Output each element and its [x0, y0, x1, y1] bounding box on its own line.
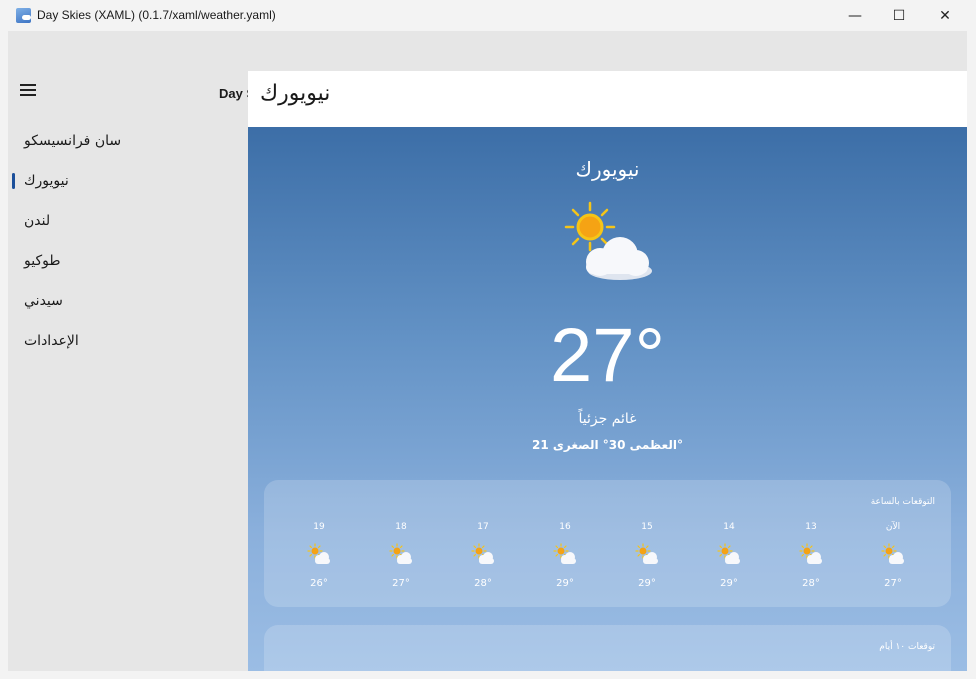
high-low-temperature: العظمى 30° الصغرى 21° [532, 438, 683, 452]
hour-temperature: 29° [638, 578, 656, 589]
nav-item-settings[interactable]: الإعدادات [8, 321, 248, 361]
hamburger-menu-icon[interactable] [20, 84, 37, 96]
hour-temperature: 27° [884, 578, 902, 589]
page-header: نيويورك [248, 71, 967, 127]
hour-label: 19 [313, 522, 325, 532]
hourly-forecast-list: 19 26° 18 27° 17 28° 16 29° 15 29° 14 29° 13 28° الآن 2… [278, 520, 934, 595]
title-bar: Day Skies (XAML) (0.1.7/xaml/weather.yam… [0, 0, 976, 31]
minimize-button[interactable]: — [832, 0, 878, 31]
hour-temperature: 29° [720, 578, 738, 589]
nav-item-san-francisco[interactable]: سان فرانسيسكو [8, 121, 248, 161]
hour-label: 15 [641, 522, 653, 532]
nav-item-tokyo[interactable]: طوكيو [8, 241, 248, 281]
partly-cloudy-icon [564, 201, 652, 280]
partly-cloudy-icon [881, 543, 905, 565]
page-title: نيويورك [260, 81, 331, 106]
partly-cloudy-icon [389, 543, 413, 565]
weather-panel[interactable]: نيويورك 27° غائم جزئياً العظمى 30° الصغر… [248, 127, 967, 671]
close-button[interactable]: ✕ [922, 0, 968, 31]
partly-cloudy-icon [717, 543, 741, 565]
nav-list: سان فرانسيسكو نيويورك لندن طوكيو سيدني ا… [8, 121, 248, 361]
hourly-forecast-item: 15 29° [606, 520, 688, 595]
hour-temperature: 28° [474, 578, 492, 589]
hour-label: 18 [395, 522, 407, 532]
nav-item-label: سان فرانسيسكو [24, 133, 122, 149]
hourly-forecast-item: 19 26° [278, 520, 360, 595]
hour-temperature: 26° [310, 578, 328, 589]
hour-temperature: 28° [802, 578, 820, 589]
hourly-forecast-item: 14 29° [688, 520, 770, 595]
maximize-button[interactable]: ☐ [876, 0, 922, 31]
hour-label: 17 [477, 522, 489, 532]
hourly-forecast-title: التوقعات بالساعة [870, 497, 935, 507]
hour-label: 16 [559, 522, 571, 532]
hour-temperature: 27° [392, 578, 410, 589]
hourly-forecast-item: 18 27° [360, 520, 442, 595]
daily-forecast-card: توقعات ١٠ أيام [264, 625, 951, 671]
nav-item-label: لندن [24, 213, 51, 229]
partly-cloudy-icon [635, 543, 659, 565]
content-page: نيويورك نيويورك 27° غائم جزئياً العظمى 3… [248, 71, 967, 671]
nav-item-new-york[interactable]: نيويورك [8, 161, 248, 201]
nav-item-label: طوكيو [24, 253, 61, 269]
hourly-forecast-item: 13 28° [770, 520, 852, 595]
daily-forecast-title: توقعات ١٠ أيام [879, 642, 935, 652]
city-name: نيويورك [575, 157, 640, 181]
hour-label: 14 [723, 522, 735, 532]
nav-item-label: الإعدادات [24, 333, 79, 349]
window-title: Day Skies (XAML) (0.1.7/xaml/weather.yam… [37, 8, 276, 22]
hourly-forecast-card: التوقعات بالساعة 19 26° 18 27° 17 28° 16 29° 15 2… [264, 480, 951, 607]
app-icon [16, 8, 31, 23]
hour-temperature: 29° [556, 578, 574, 589]
partly-cloudy-icon [307, 543, 331, 565]
hourly-forecast-item: 17 28° [442, 520, 524, 595]
hourly-forecast-item: الآن 27° [852, 520, 934, 595]
weather-condition: غائم جزئياً [578, 411, 637, 427]
app-client-area: سان فرانسيسكو نيويورك لندن طوكيو سيدني ا… [8, 31, 967, 671]
hour-label: الآن [885, 522, 901, 532]
partly-cloudy-icon [553, 543, 577, 565]
hourly-forecast-item: 16 29° [524, 520, 606, 595]
navigation-pane: سان فرانسيسكو نيويورك لندن طوكيو سيدني ا… [8, 31, 248, 671]
nav-item-label: نيويورك [24, 173, 69, 189]
partly-cloudy-icon [799, 543, 823, 565]
hour-label: 13 [805, 522, 817, 532]
nav-item-london[interactable]: لندن [8, 201, 248, 241]
nav-item-sydney[interactable]: سيدني [8, 281, 248, 321]
current-temperature: 27° [550, 313, 665, 398]
nav-item-label: سيدني [24, 293, 63, 309]
partly-cloudy-icon [471, 543, 495, 565]
